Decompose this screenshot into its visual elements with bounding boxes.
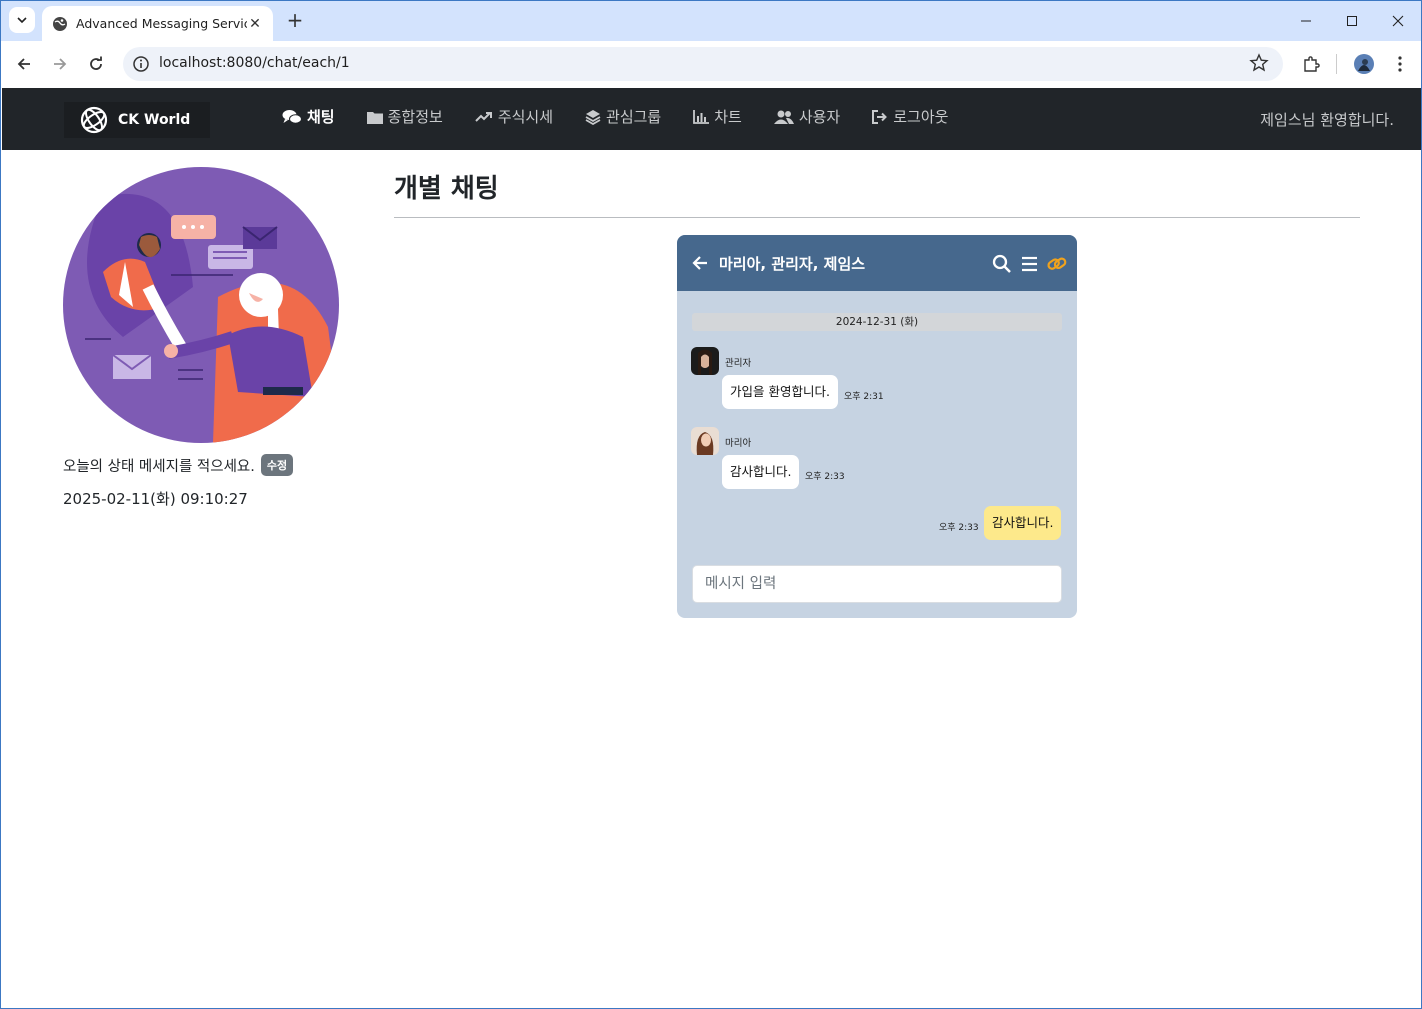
arrow-left-icon bbox=[17, 58, 30, 70]
minimize-button[interactable] bbox=[1283, 1, 1329, 41]
bookmark-star-icon[interactable] bbox=[1249, 53, 1269, 73]
message-time: 오후 2:33 bbox=[805, 472, 845, 482]
maria-avatar-image bbox=[691, 427, 719, 455]
message-bubble: 감사합니다. bbox=[722, 455, 800, 489]
tab-search-button[interactable] bbox=[9, 7, 35, 33]
maximize-button[interactable] bbox=[1329, 1, 1375, 41]
close-window-button[interactable] bbox=[1375, 1, 1421, 41]
reload-icon bbox=[90, 56, 102, 70]
new-tab-button[interactable]: + bbox=[284, 9, 306, 31]
brand-link[interactable]: CK World bbox=[64, 102, 210, 138]
link-icon[interactable] bbox=[1047, 254, 1067, 274]
menu-label: 차트 bbox=[714, 108, 742, 126]
tab-title: Advanced Messaging Service bbox=[76, 16, 247, 31]
chat-room-title: 마리아, 관리자, 제임스 bbox=[719, 255, 866, 273]
message-sender: 마리아 bbox=[725, 438, 752, 449]
back-button[interactable] bbox=[11, 51, 37, 77]
menu-item-info[interactable]: 종합정보 bbox=[366, 106, 443, 127]
status-message: 오늘의 상태 메세지를 적으세요. bbox=[63, 458, 255, 475]
reload-button[interactable] bbox=[83, 51, 109, 77]
menu-item-stocks[interactable]: 주식시세 bbox=[475, 106, 553, 127]
message-input[interactable]: 메시지 입력 bbox=[692, 565, 1062, 603]
globe-icon bbox=[53, 16, 67, 31]
menu-label: 사용자 bbox=[798, 108, 841, 126]
url-text: localhost:8080/chat/each/1 bbox=[159, 55, 350, 71]
search-icon[interactable] bbox=[992, 254, 1012, 274]
logout-icon bbox=[872, 109, 888, 124]
menu-label: 관심그룹 bbox=[606, 108, 662, 126]
arrow-left-icon[interactable] bbox=[691, 254, 709, 272]
menu-item-chart[interactable]: 차트 bbox=[693, 106, 742, 127]
info-icon[interactable] bbox=[132, 55, 150, 73]
profile-avatar-icon bbox=[1354, 54, 1374, 74]
hero-illustration bbox=[63, 167, 339, 443]
chat-window: 마리아, 관리자, 제임스 2024-12-31 (화) 관리자 가입을 환영합… bbox=[677, 235, 1077, 618]
arrow-right-icon bbox=[54, 58, 67, 70]
menu-item-groups[interactable]: 관심그룹 bbox=[585, 106, 661, 127]
browser-window: Advanced Messaging Service ✕ + localhost… bbox=[0, 0, 1422, 1009]
admin-avatar-image bbox=[691, 347, 719, 375]
welcome-text: 제임스님 환영합니다. bbox=[1260, 111, 1394, 129]
menu-label: 주식시세 bbox=[497, 108, 554, 126]
menu-label: 종합정보 bbox=[387, 108, 443, 126]
brand-name: CK World bbox=[118, 112, 191, 128]
chat-date-separator: 2024-12-31 (화) bbox=[692, 313, 1062, 331]
status-message-row: 오늘의 상태 메세지를 적으세요. 수정 bbox=[63, 454, 294, 476]
message-time: 오후 2:33 bbox=[939, 523, 979, 533]
puzzle-icon bbox=[1304, 56, 1320, 72]
handshake-illustration bbox=[85, 193, 339, 443]
minimize-icon bbox=[1301, 20, 1311, 22]
address-bar[interactable]: localhost:8080/chat/each/1 bbox=[123, 47, 1283, 81]
avatar[interactable] bbox=[691, 427, 719, 455]
title-divider bbox=[394, 217, 1360, 218]
chat-icon bbox=[282, 109, 302, 124]
layers-icon bbox=[585, 109, 601, 125]
edit-status-button[interactable]: 수정 bbox=[260, 454, 294, 476]
bar-chart-icon bbox=[693, 109, 710, 124]
main-menu: 채팅 종합정보 주식시세 관심그룹 차트 사용자 로그아웃 bbox=[282, 106, 980, 127]
close-tab-icon[interactable]: ✕ bbox=[247, 16, 263, 32]
message-bubble: 가입을 환영합니다. bbox=[722, 375, 838, 409]
browser-tab[interactable]: Advanced Messaging Service ✕ bbox=[42, 6, 273, 41]
browser-menu-button[interactable] bbox=[1388, 52, 1412, 76]
menu-label: 채팅 bbox=[307, 108, 335, 126]
profile-button[interactable] bbox=[1352, 52, 1376, 76]
page-title: 개별 채팅 bbox=[394, 174, 499, 204]
menu-item-chat[interactable]: 채팅 bbox=[282, 106, 335, 127]
forward-button[interactable] bbox=[47, 51, 73, 77]
app-navbar: CK World 채팅 종합정보 주식시세 관심그룹 차트 사용자 로그아웃 제… bbox=[2, 88, 1421, 150]
my-message-bubble: 감사합니다. bbox=[984, 506, 1062, 540]
menu-item-users[interactable]: 사용자 bbox=[773, 106, 841, 127]
menu-item-logout[interactable]: 로그아웃 bbox=[872, 106, 948, 127]
current-datetime: 2025-02-11(화) 09:10:27 bbox=[63, 490, 248, 508]
menu-label: 로그아웃 bbox=[893, 108, 949, 126]
extensions-button[interactable] bbox=[1299, 52, 1323, 76]
message-sender: 관리자 bbox=[725, 358, 752, 369]
chat-header: 마리아, 관리자, 제임스 bbox=[677, 235, 1077, 291]
avatar[interactable] bbox=[691, 347, 719, 375]
toolbar-divider bbox=[1336, 54, 1337, 74]
users-icon bbox=[773, 110, 794, 124]
tab-bar: Advanced Messaging Service ✕ + bbox=[1, 1, 1421, 41]
folder-icon bbox=[366, 111, 383, 124]
browser-toolbar: localhost:8080/chat/each/1 bbox=[1, 41, 1421, 87]
chevron-down-icon bbox=[17, 17, 27, 24]
menu-icon[interactable] bbox=[1020, 254, 1040, 274]
maximize-icon bbox=[1347, 16, 1357, 26]
message-time: 오후 2:31 bbox=[844, 392, 884, 402]
close-icon bbox=[1392, 15, 1404, 27]
more-vertical-icon bbox=[1398, 56, 1402, 72]
trend-icon bbox=[475, 111, 492, 122]
globe-logo-icon bbox=[80, 106, 108, 134]
